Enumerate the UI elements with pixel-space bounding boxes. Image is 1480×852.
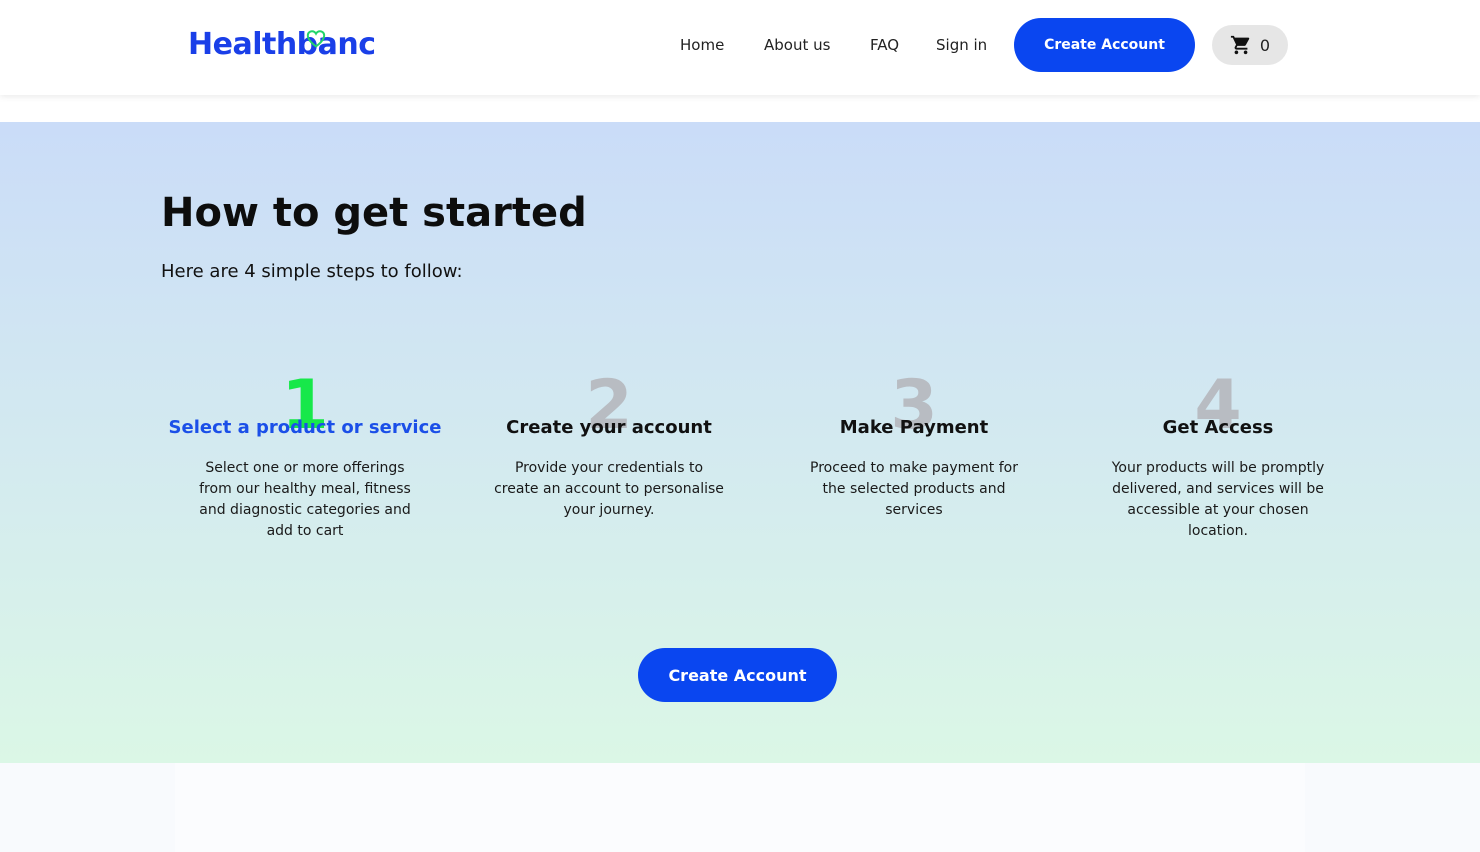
how-to-get-started-section: How to get started Here are 4 simple ste… [0, 122, 1480, 763]
cart-button[interactable]: 0 [1212, 25, 1288, 65]
header: Healthbanc Home About us FAQ Sign in Cre… [0, 0, 1480, 95]
step-description: Select one or more offerings from our he… [199, 460, 411, 539]
create-account-cta-button[interactable]: Create Account [638, 648, 837, 702]
nav-faq[interactable]: FAQ [870, 0, 899, 90]
section-subtitle: Here are 4 simple steps to follow: [161, 261, 463, 282]
step-description: Your products will be promptly delivered… [1111, 460, 1325, 539]
nav-about-us[interactable]: About us [764, 0, 830, 90]
step-description: Proceed to make payment for the selected… [810, 460, 1018, 518]
logo[interactable]: Healthbanc [188, 27, 376, 62]
step-description: Provide your credentials to create an ac… [494, 460, 724, 518]
step-title: Select a product or service [168, 417, 442, 438]
step-title: Create your account [506, 417, 712, 438]
cart-icon [1230, 35, 1250, 55]
step-title: Get Access [1162, 417, 1274, 438]
lower-section [0, 763, 1480, 852]
nav-home[interactable]: Home [680, 0, 724, 90]
step-title: Make Payment [839, 417, 989, 438]
lower-section-panel [175, 763, 1305, 852]
create-account-button[interactable]: Create Account [1014, 18, 1195, 72]
section-title: How to get started [161, 190, 587, 236]
nav-sign-in[interactable]: Sign in [936, 0, 987, 90]
cart-count: 0 [1259, 35, 1271, 55]
heart-icon [306, 30, 326, 48]
